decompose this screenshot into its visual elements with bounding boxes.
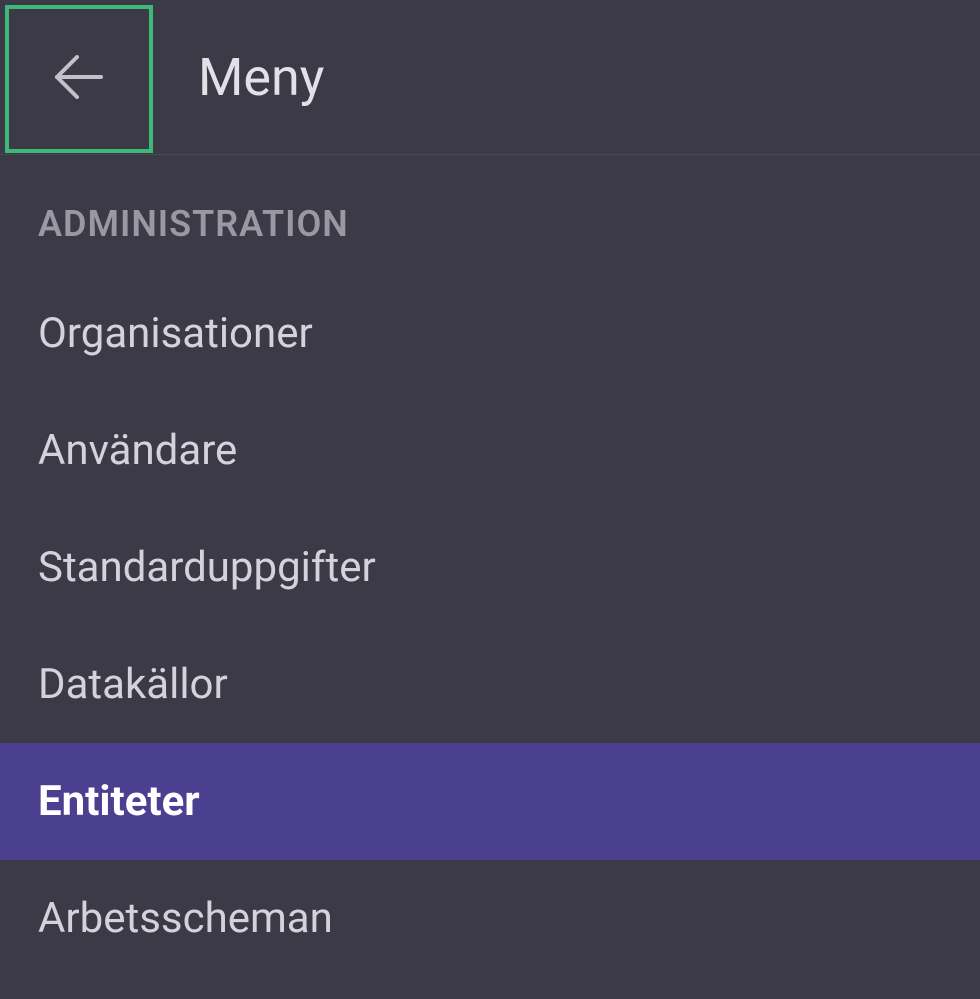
menu-item-organisationer[interactable]: Organisationer <box>0 275 980 392</box>
menu-item-anvandare[interactable]: Användare <box>0 392 980 509</box>
page-title: Meny <box>198 47 324 108</box>
menu-item-label: Användare <box>38 426 237 475</box>
menu-item-label: Entiteter <box>38 777 200 826</box>
menu-item-arbetsscheman[interactable]: Arbetsscheman <box>0 860 980 977</box>
back-button[interactable] <box>5 5 153 153</box>
menu-item-label: Organisationer <box>38 309 313 358</box>
menu-item-label: Datakällor <box>38 660 228 709</box>
menu-item-label: Standarduppgifter <box>38 543 376 592</box>
menu-item-datakallor[interactable]: Datakällor <box>0 626 980 743</box>
section-header: ADMINISTRATION <box>0 155 980 275</box>
menu-item-standarduppgifter[interactable]: Standarduppgifter <box>0 509 980 626</box>
arrow-left-icon <box>47 45 111 113</box>
menu-item-label: Arbetsscheman <box>38 894 333 943</box>
menu-item-entiteter[interactable]: Entiteter <box>0 743 980 860</box>
menu-header: Meny <box>0 0 980 155</box>
